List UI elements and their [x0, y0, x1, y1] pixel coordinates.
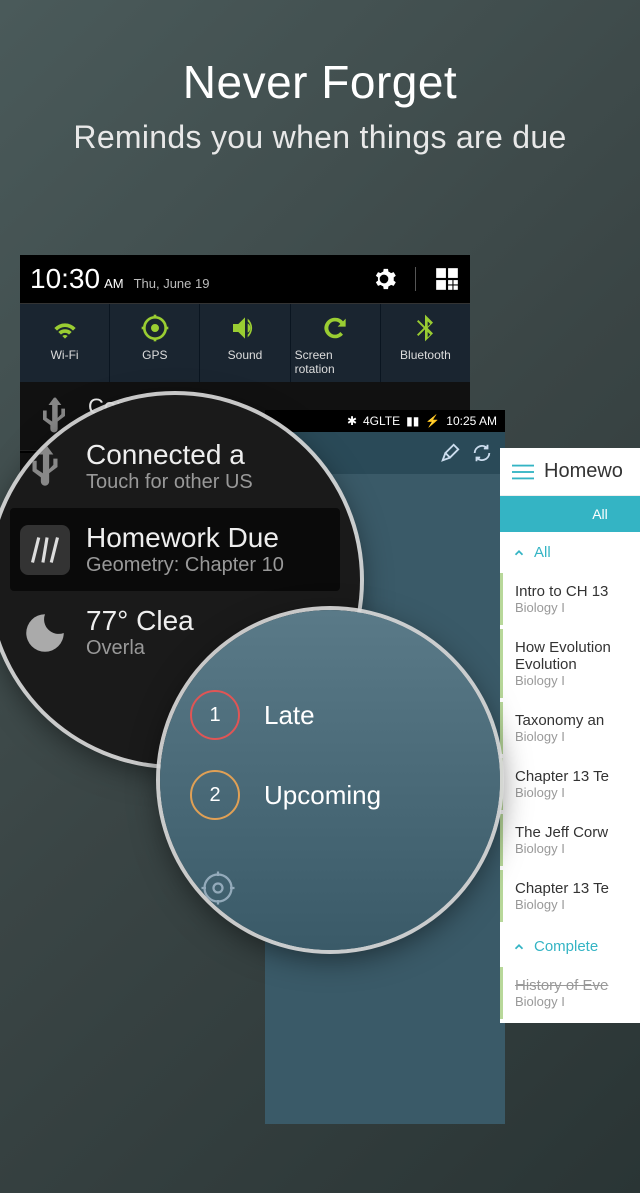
label-late: Late [264, 700, 315, 731]
section-all[interactable]: All [500, 532, 640, 573]
section-completed[interactable]: Complete [500, 926, 640, 967]
item-subtitle: Biology I [515, 673, 640, 688]
menu-icon[interactable] [512, 464, 534, 480]
brush-icon[interactable] [439, 442, 461, 464]
bluetooth-status-icon: ✱ [347, 414, 357, 428]
list-item[interactable]: Taxonomy an Biology I [500, 702, 640, 754]
bluetooth-icon [409, 312, 441, 344]
list-item[interactable]: How Evolution Evolution Biology I [500, 629, 640, 698]
grid-icon[interactable] [434, 266, 460, 292]
item-title: Taxonomy an [515, 712, 640, 729]
status-bar: ✱ 4GLTE ▮▮ ⚡ 10:25 AM [265, 410, 505, 432]
wifi-icon [49, 312, 81, 344]
app-header: Homewo [500, 448, 640, 496]
clock-date: Thu, June 19 [134, 276, 210, 291]
qs-label: Bluetooth [400, 348, 451, 362]
list-item[interactable]: Intro to CH 13 Biology I [500, 573, 640, 625]
qs-gps[interactable]: GPS [110, 304, 200, 382]
item-title: Chapter 13 Te [515, 880, 640, 897]
item-title: Chapter 13 Te [515, 768, 640, 785]
item-subtitle: Biology I [515, 785, 640, 800]
item-subtitle: Biology I [515, 841, 640, 856]
hero-subtitle: Reminds you when things are due [0, 119, 640, 156]
notif-subtitle: Geometry: Chapter 10 [86, 554, 284, 577]
item-subtitle: Biology I [515, 600, 640, 615]
qs-label: Screen rotation [295, 348, 376, 376]
notif-title: Homework Due [86, 522, 284, 554]
rotation-icon [319, 312, 351, 344]
list-item-completed[interactable]: History of Eve Biology I [500, 967, 640, 1019]
qs-rotation[interactable]: Screen rotation [291, 304, 381, 382]
count-late: 1 Late [190, 690, 470, 740]
mag-notif-homework: Homework Due Geometry: Chapter 10 [10, 508, 340, 591]
status-time: 10:25 AM [446, 414, 497, 428]
hero-title: Never Forget [0, 55, 640, 109]
separator [415, 267, 416, 291]
qs-label: Sound [228, 348, 263, 362]
item-extra: Evolution [515, 656, 640, 673]
clock-ampm: AM [104, 276, 124, 291]
battery-icon: ⚡ [425, 414, 440, 428]
item-title: The Jeff Corw [515, 824, 640, 841]
app-icon [20, 525, 70, 575]
item-subtitle: Biology I [515, 729, 640, 744]
notif-subtitle: Overla [86, 637, 194, 660]
settings-gear-icon[interactable] [371, 266, 397, 292]
chevron-up-icon [512, 546, 526, 560]
gear-icon[interactable] [200, 870, 236, 906]
list-item[interactable]: Chapter 13 Te Biology I [500, 870, 640, 922]
item-subtitle: Biology I [515, 994, 640, 1009]
clock-time: 10:30 [30, 263, 100, 295]
badge-upcoming: 2 [190, 770, 240, 820]
qs-bluetooth[interactable]: Bluetooth [381, 304, 470, 382]
qs-label: Wi-Fi [51, 348, 79, 362]
status-bar: 10:30 AM Thu, June 19 [20, 255, 470, 303]
qs-wifi[interactable]: Wi-Fi [20, 304, 110, 382]
item-subtitle: Biology I [515, 897, 640, 912]
notif-title: Connected a [86, 439, 253, 471]
notif-title: 77° Clea [86, 605, 194, 637]
item-title: History of Eve [515, 977, 640, 994]
tab-all[interactable]: All [500, 496, 640, 532]
qs-label: GPS [142, 348, 167, 362]
refresh-icon[interactable] [471, 442, 493, 464]
list-item[interactable]: Chapter 13 Te Biology I [500, 758, 640, 810]
list-item[interactable]: The Jeff Corw Biology I [500, 814, 640, 866]
chevron-up-icon [512, 940, 526, 954]
magnifier-counts: 1 Late 2 Upcoming [160, 610, 500, 950]
quick-settings-row: Wi-Fi GPS Sound Screen rotation Bluetoot… [20, 303, 470, 382]
label-upcoming: Upcoming [264, 780, 381, 811]
signal-icon: ▮▮ [406, 414, 419, 428]
notif-subtitle: Touch for other US [86, 471, 253, 494]
count-upcoming: 2 Upcoming [190, 770, 470, 820]
carrier-label: 4GLTE [363, 414, 400, 428]
sound-icon [229, 312, 261, 344]
app-title: Homewo [544, 460, 623, 483]
badge-late: 1 [190, 690, 240, 740]
mag-notif-usb: Connected a Touch for other US [10, 425, 340, 508]
qs-sound[interactable]: Sound [200, 304, 290, 382]
moon-icon [20, 608, 70, 658]
phone-homework-list: Homewo All All Intro to CH 13 Biology I … [500, 448, 640, 1023]
item-title: Intro to CH 13 [515, 583, 640, 600]
item-title: How Evolution [515, 639, 640, 656]
gps-icon [139, 312, 171, 344]
